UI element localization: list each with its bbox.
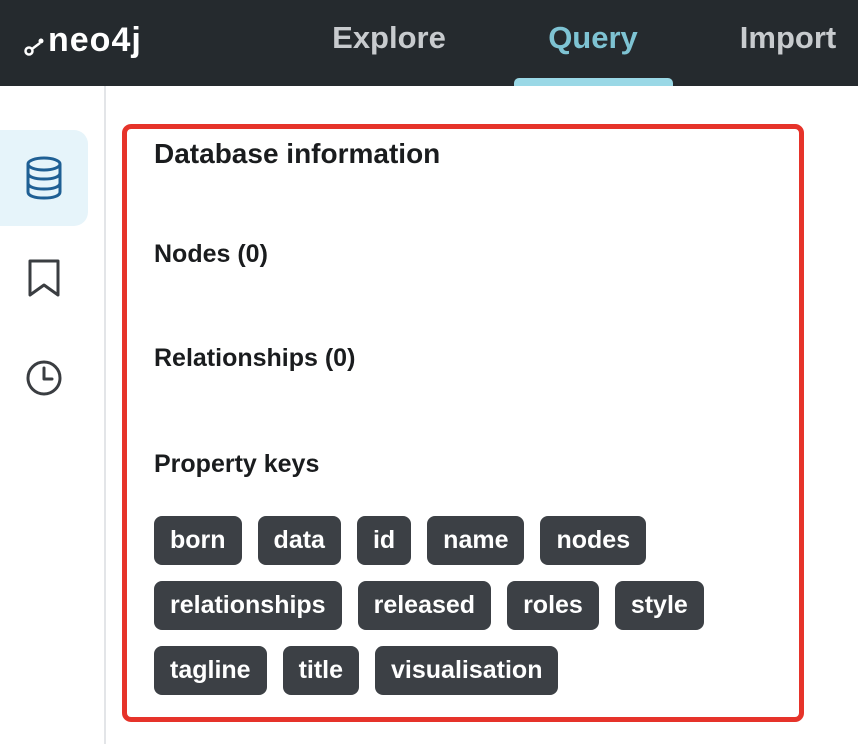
nav-import[interactable]: Import [730, 18, 846, 58]
property-key-chip[interactable]: name [427, 516, 525, 565]
property-key-chip[interactable]: relationships [154, 581, 342, 630]
sidebar [0, 86, 106, 744]
history-clock-icon [26, 360, 62, 396]
nav-query[interactable]: Query [530, 18, 656, 58]
sidebar-item-database-information[interactable] [0, 130, 88, 226]
property-key-chip[interactable]: title [282, 646, 360, 695]
property-key-chip[interactable]: nodes [540, 516, 647, 565]
sidebar-item-saved-cypher[interactable] [0, 230, 88, 326]
property-key-chip[interactable]: released [357, 581, 492, 630]
property-key-chip[interactable]: id [356, 516, 412, 565]
active-tab-indicator [514, 78, 673, 86]
database-icon [26, 156, 62, 200]
property-keys-heading: Property keys [154, 450, 320, 478]
nav-explore[interactable]: Explore [324, 18, 454, 58]
sidebar-item-history[interactable] [0, 330, 88, 426]
property-key-chip[interactable]: tagline [154, 646, 267, 695]
property-key-chip[interactable]: born [154, 516, 242, 565]
relationships-heading[interactable]: Relationships (0) [154, 344, 355, 373]
nodes-heading[interactable]: Nodes (0) [154, 240, 268, 269]
property-key-chip[interactable]: roles [507, 581, 599, 630]
property-key-chip[interactable]: visualisation [375, 646, 559, 695]
panel-title: Database information [154, 138, 441, 169]
property-keys-list: born data id name nodes relationships re… [154, 516, 774, 695]
property-key-chip[interactable]: data [257, 516, 341, 565]
bookmark-icon [28, 259, 60, 297]
logo-text: neo4j [48, 20, 142, 59]
logo-mark-icon [24, 38, 44, 56]
top-navigation-bar: neo4j Explore Query Import [0, 0, 858, 86]
property-key-chip[interactable]: style [614, 581, 704, 630]
neo4j-logo[interactable]: neo4j [24, 14, 142, 66]
